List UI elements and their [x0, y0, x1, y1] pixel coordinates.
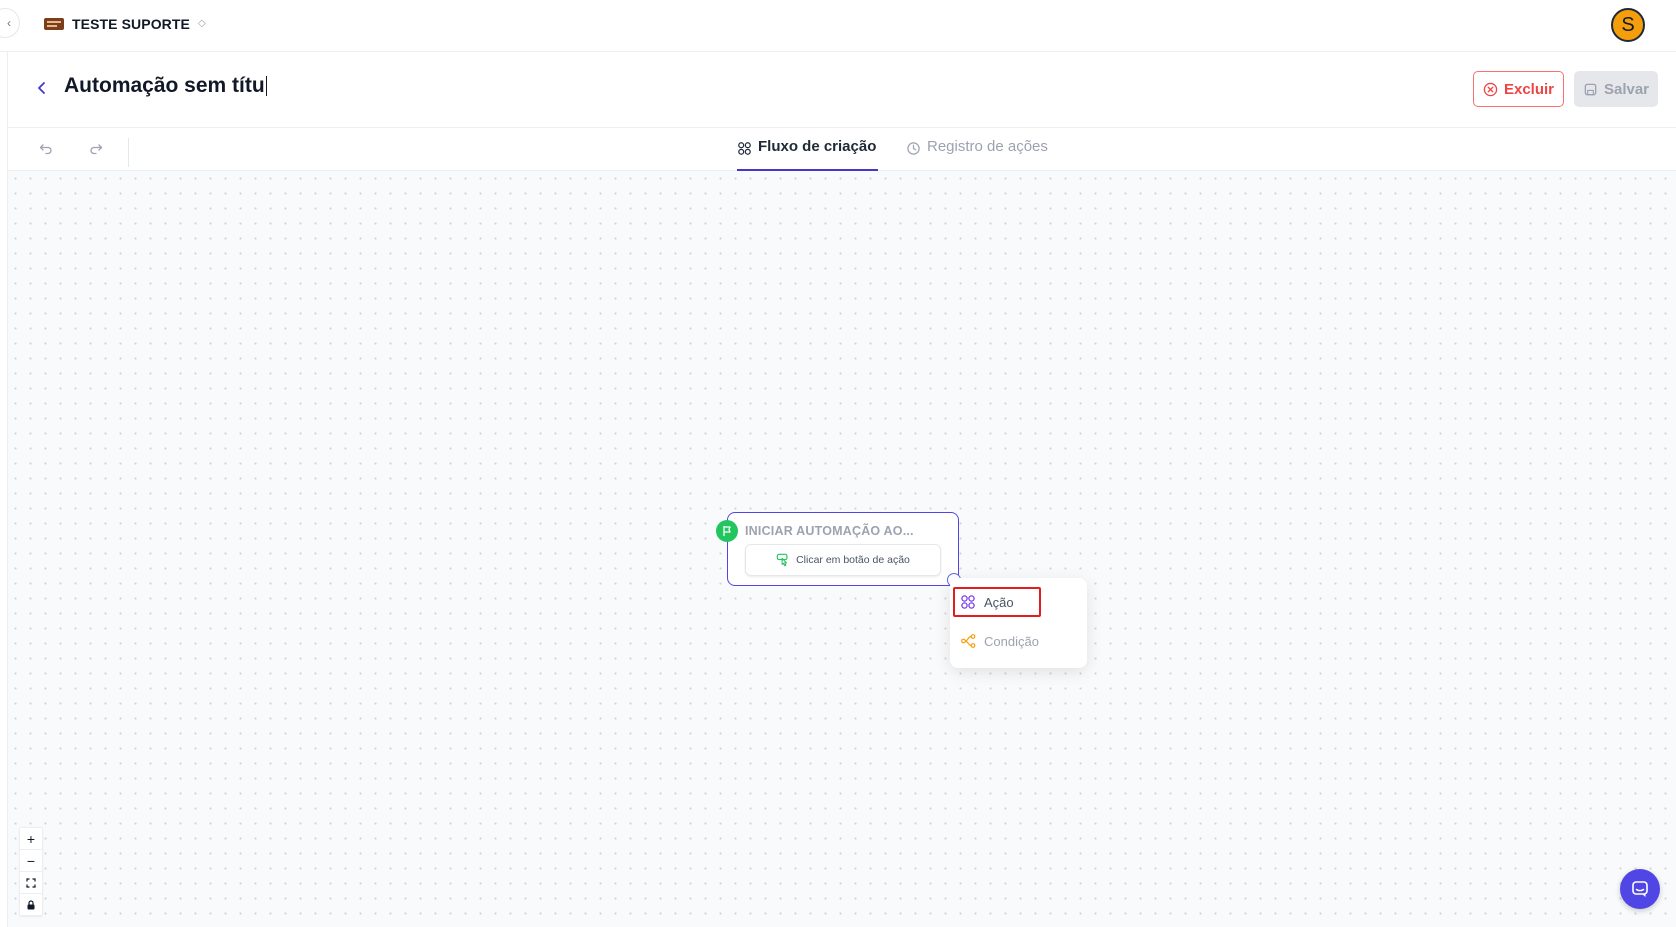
- workspace-switcher[interactable]: TESTE SUPORTE ◇: [44, 14, 206, 34]
- user-avatar[interactable]: S: [1611, 8, 1645, 42]
- app-root: ‹ TESTE SUPORTE ◇ S Automação sem títu E…: [0, 0, 1676, 927]
- sidebar-collapse-button[interactable]: ‹: [0, 8, 20, 38]
- lock-button[interactable]: [20, 894, 42, 916]
- automation-header: Automação sem títu Excluir Salvar: [8, 52, 1676, 128]
- tab-flow-label: Fluxo de criação: [758, 138, 877, 155]
- automation-title-text: Automação sem títu: [64, 74, 265, 97]
- grid-icon: [738, 142, 751, 155]
- trigger-label: Clicar em botão de ação: [796, 554, 910, 566]
- delete-button[interactable]: Excluir: [1473, 71, 1564, 107]
- editor-toolbar: Fluxo de criação Registro de ações: [8, 128, 1676, 171]
- workspace-name: TESTE SUPORTE: [72, 16, 190, 32]
- close-circle-icon: [1483, 82, 1498, 96]
- undo-icon: [39, 144, 52, 155]
- fit-view-button[interactable]: [20, 872, 42, 894]
- expand-icon: [26, 877, 36, 888]
- menu-item-action[interactable]: Ação: [960, 590, 1014, 614]
- zoom-out-button[interactable]: −: [20, 850, 42, 872]
- delete-label: Excluir: [1503, 80, 1555, 98]
- redo-button[interactable]: [84, 137, 108, 161]
- flag-icon: [716, 520, 738, 542]
- workspace-logo-icon: [44, 18, 64, 30]
- zoom-controls: + −: [20, 828, 42, 916]
- tab-log[interactable]: Registro de ações: [906, 138, 1048, 171]
- history-icon: [907, 142, 920, 155]
- redo-icon: [90, 144, 103, 155]
- chat-icon: [1632, 881, 1648, 897]
- grid-icon: [961, 595, 975, 609]
- node-title: INICIAR AUTOMAÇÃO AO...: [745, 524, 914, 538]
- chevron-updown-icon: ◇: [197, 18, 206, 29]
- save-label: Salvar: [1603, 80, 1650, 98]
- save-icon: [1584, 83, 1597, 95]
- automation-title-input[interactable]: Automação sem títu: [64, 74, 267, 98]
- zoom-in-button[interactable]: +: [20, 828, 42, 850]
- chevron-left-icon: ‹: [7, 16, 11, 30]
- top-bar: ‹ TESTE SUPORTE ◇ S: [0, 0, 1676, 52]
- trigger-chip[interactable]: Clicar em botão de ação: [745, 544, 941, 576]
- lock-icon: [27, 899, 35, 909]
- chat-launcher-button[interactable]: [1620, 869, 1660, 909]
- add-step-menu: Ação Condição: [950, 578, 1087, 668]
- start-node[interactable]: INICIAR AUTOMAÇÃO AO... Clicar em botão …: [716, 512, 961, 587]
- menu-item-action-label: Ação: [984, 594, 1014, 610]
- text-caret: [265, 76, 267, 97]
- tab-flow[interactable]: Fluxo de criação: [737, 138, 879, 171]
- back-button[interactable]: [30, 76, 54, 100]
- toolbar-divider: [128, 138, 129, 167]
- save-button[interactable]: Salvar: [1574, 71, 1658, 107]
- pointer-click-icon: [776, 553, 788, 567]
- tab-log-label: Registro de ações: [927, 138, 1048, 155]
- chevron-left-icon: [38, 82, 45, 94]
- menu-item-condition[interactable]: Condição: [960, 629, 1039, 653]
- menu-item-condition-label: Condição: [984, 633, 1039, 649]
- undo-button[interactable]: [34, 137, 58, 161]
- branch-icon: [961, 634, 976, 648]
